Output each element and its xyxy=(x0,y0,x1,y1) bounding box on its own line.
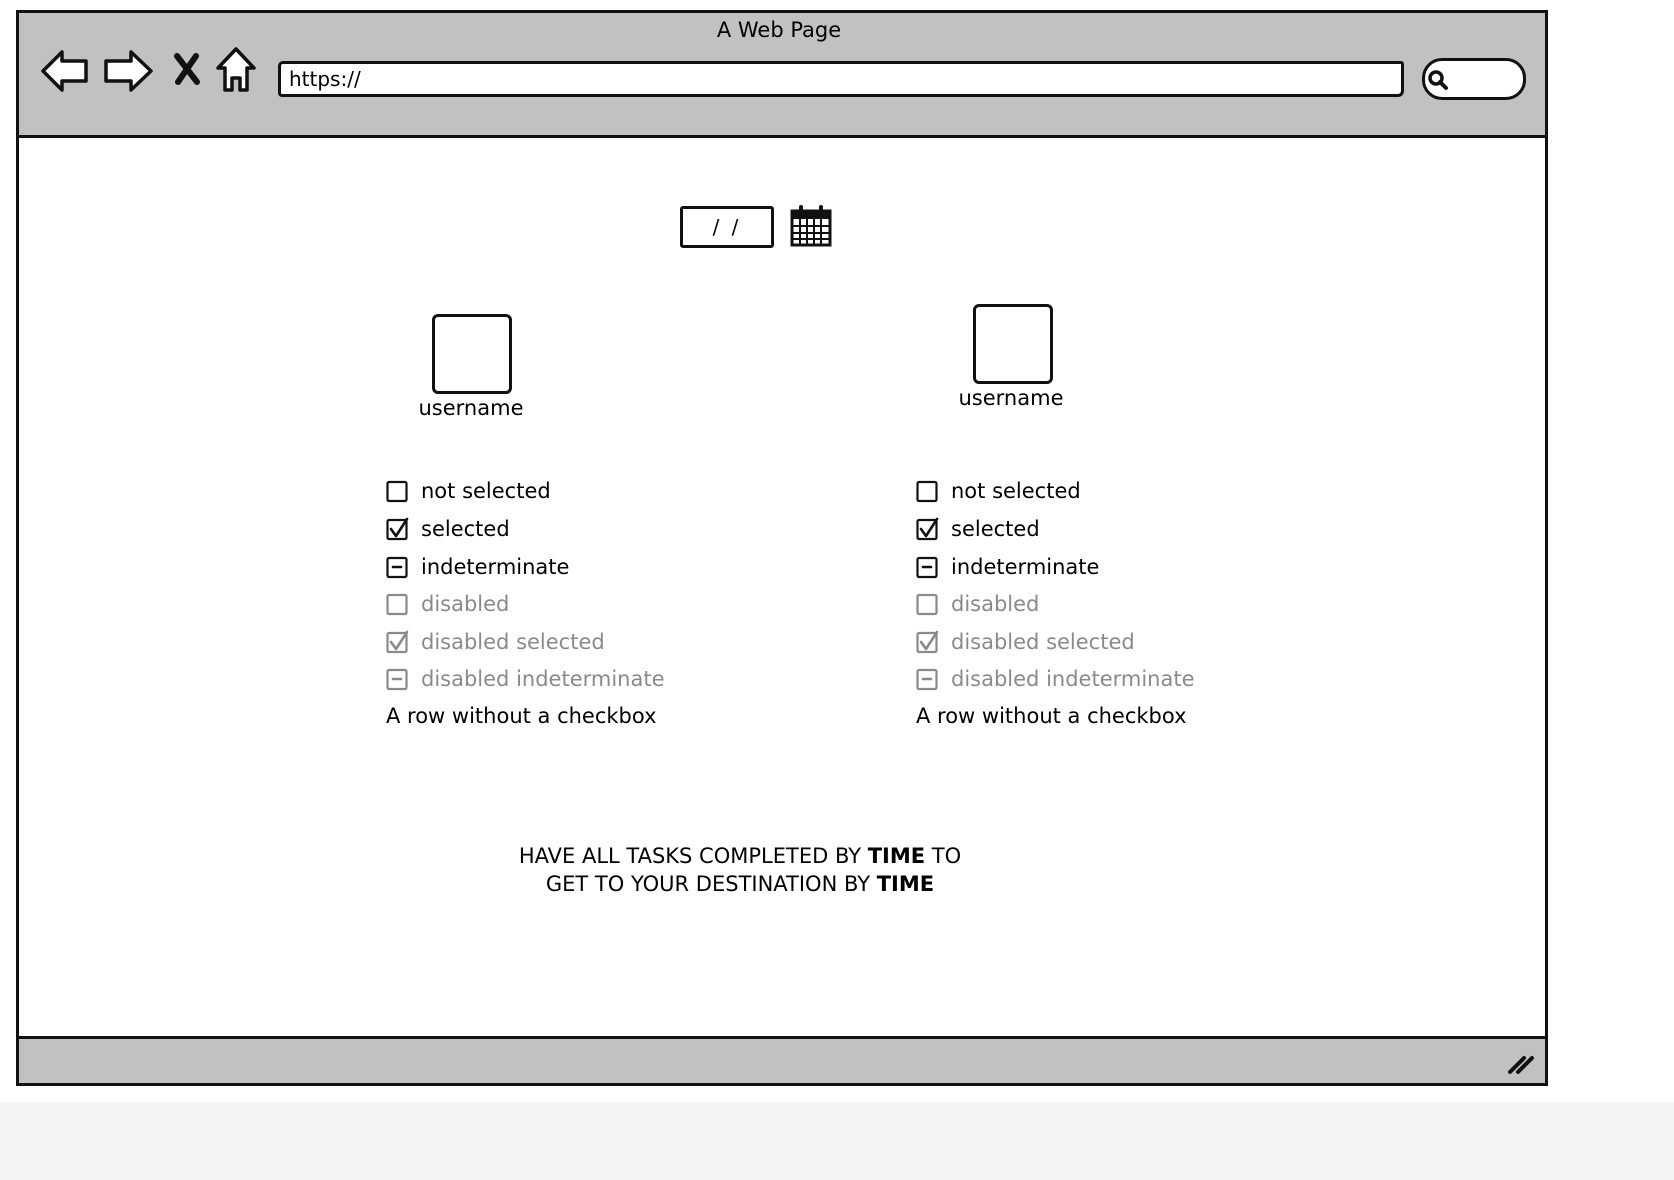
checkbox-row: disabled selected xyxy=(916,627,1135,657)
avatar[interactable] xyxy=(432,314,512,394)
task-message: HAVE ALL TASKS COMPLETED BY TIME TO GET … xyxy=(440,842,1040,898)
browser-status-bar xyxy=(16,1036,1548,1086)
checkbox-row[interactable]: not selected xyxy=(916,476,1081,506)
home-icon[interactable] xyxy=(214,46,258,94)
checkbox-checked xyxy=(916,630,951,654)
checkbox-indeterminate[interactable] xyxy=(386,555,421,579)
search-icon xyxy=(1428,70,1448,90)
checkbox-label: selected xyxy=(951,517,1040,541)
checkbox-indeterminate[interactable] xyxy=(916,555,951,579)
checkbox-label: disabled xyxy=(951,592,1040,616)
checkbox-row[interactable]: selected xyxy=(386,514,510,544)
checkbox-row: disabled selected xyxy=(386,627,605,657)
checkbox-row[interactable]: selected xyxy=(916,514,1040,544)
checkbox-unchecked xyxy=(916,592,951,616)
message-text: TO xyxy=(925,844,962,868)
checkbox-label: indeterminate xyxy=(421,555,570,579)
message-text: HAVE ALL TASKS COMPLETED BY xyxy=(518,844,868,868)
checkbox-row: disabled indeterminate xyxy=(916,664,1195,694)
checkbox-label: disabled selected xyxy=(421,630,605,654)
calendar-icon[interactable] xyxy=(790,205,832,247)
url-input[interactable]: https:// xyxy=(278,61,1404,97)
checkbox-indeterminate xyxy=(916,667,951,691)
resize-grip-icon[interactable] xyxy=(1506,1050,1536,1076)
date-field[interactable]: / / xyxy=(680,206,774,248)
checkbox-row[interactable]: indeterminate xyxy=(386,552,569,582)
message-text: GET TO YOUR DESTINATION BY xyxy=(545,872,877,896)
checkbox-row: disabled xyxy=(386,589,509,619)
page-title: A Web Page xyxy=(716,18,842,42)
plain-row: A row without a checkbox xyxy=(916,704,1187,728)
message-emphasis: TIME xyxy=(867,844,926,868)
checkbox-indeterminate xyxy=(386,667,421,691)
checkbox-checked[interactable] xyxy=(916,517,951,541)
checkbox-checked[interactable] xyxy=(386,517,421,541)
checkbox-row[interactable]: not selected xyxy=(386,476,551,506)
browser-window xyxy=(16,10,1548,1086)
footer-strip xyxy=(0,1102,1674,1180)
avatar-label: username xyxy=(418,396,524,420)
forward-icon[interactable] xyxy=(102,48,154,94)
message-emphasis: TIME xyxy=(876,872,935,896)
checkbox-label: selected xyxy=(421,517,510,541)
checkbox-unchecked[interactable] xyxy=(386,479,421,503)
checkbox-row: disabled xyxy=(916,589,1039,619)
checkbox-row[interactable]: indeterminate xyxy=(916,552,1099,582)
close-icon[interactable] xyxy=(172,52,202,86)
checkbox-label: disabled selected xyxy=(951,630,1135,654)
checkbox-label: disabled indeterminate xyxy=(421,667,665,691)
avatar-label: username xyxy=(958,386,1064,410)
plain-row: A row without a checkbox xyxy=(386,704,657,728)
checkbox-checked xyxy=(386,630,421,654)
avatar[interactable] xyxy=(973,304,1053,384)
checkbox-unchecked xyxy=(386,592,421,616)
checkbox-row: disabled indeterminate xyxy=(386,664,665,694)
checkbox-unchecked[interactable] xyxy=(916,479,951,503)
checkbox-list: not selected selected indeterminate disable… xyxy=(916,476,1246,736)
checkbox-list: not selected selected indeterminate disable… xyxy=(386,476,716,736)
checkbox-label: not selected xyxy=(421,479,551,503)
checkbox-label: disabled xyxy=(421,592,510,616)
checkbox-label: indeterminate xyxy=(951,555,1100,579)
back-icon[interactable] xyxy=(40,48,90,94)
checkbox-label: not selected xyxy=(951,479,1081,503)
checkbox-label: disabled indeterminate xyxy=(951,667,1195,691)
